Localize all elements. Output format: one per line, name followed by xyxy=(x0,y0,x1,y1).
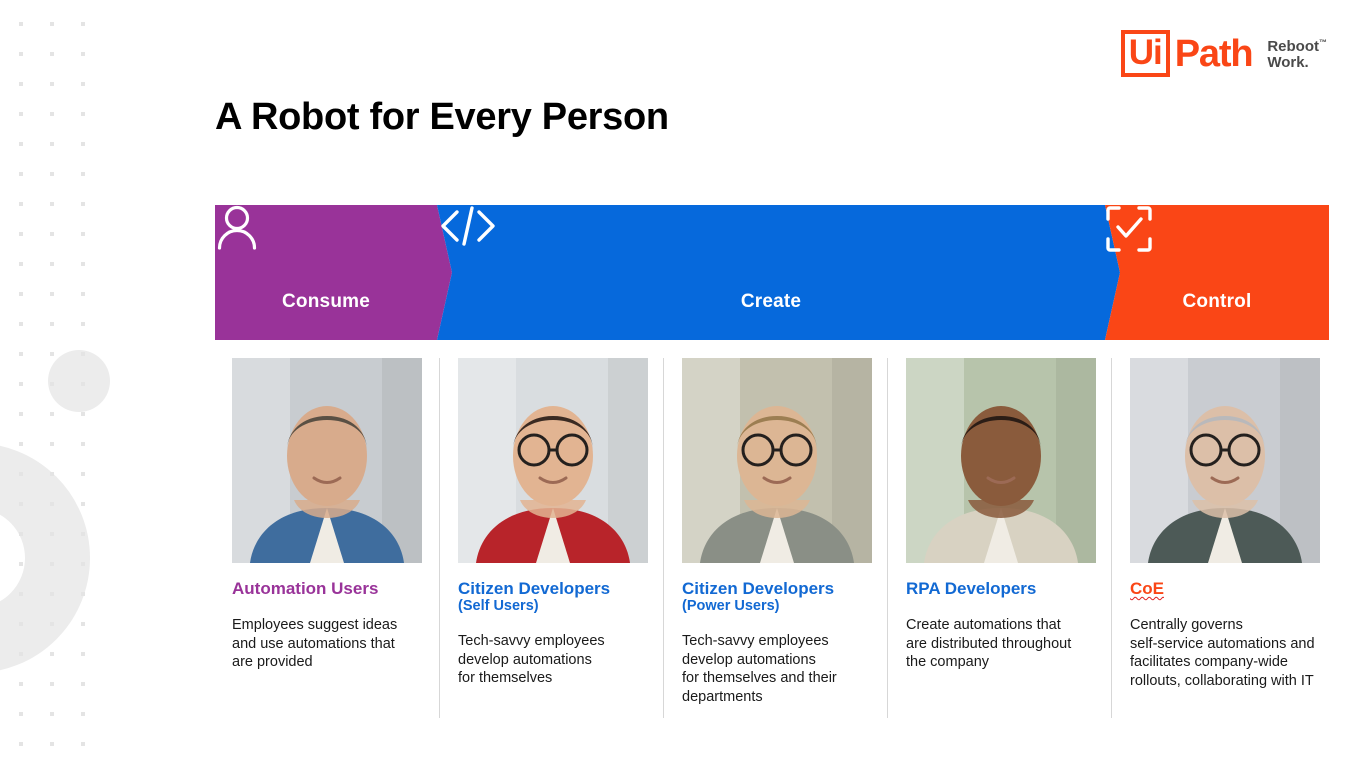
persona-column: RPA Developers Create automations that ar… xyxy=(887,358,1111,718)
process-chevron-banner: Consume Create Control xyxy=(215,205,1329,340)
persona-description: Centrally governs self-service automatio… xyxy=(1130,617,1315,689)
persona-description: Tech-savvy employees develop automations… xyxy=(458,633,605,687)
chevron-label-consume: Consume xyxy=(282,290,370,312)
persona-description: Employees suggest ideas and use automati… xyxy=(232,617,398,671)
uipath-logo: Ui Path Reboot™ Work. xyxy=(1120,30,1327,77)
persona-subheading-text: (Self Users) xyxy=(458,598,539,615)
persona-column: CoE Centrally governs self-service automa… xyxy=(1111,358,1335,718)
logo-tagline: Reboot™ Work. xyxy=(1267,37,1327,71)
logo-tagline-line1: Reboot xyxy=(1267,37,1319,55)
photo-automation-users xyxy=(232,358,422,563)
persona-description: Create automations that are distributed … xyxy=(906,617,1072,671)
persona-heading: Automation Users xyxy=(232,579,429,598)
photo-citizen-developers-power xyxy=(682,358,872,563)
chevron-segment-create[interactable]: Create xyxy=(437,205,1105,340)
persona-heading-text: RPA Developers xyxy=(906,579,1037,598)
photo-citizen-developers-self xyxy=(458,358,648,563)
persona-column: Automation Users Employees suggest ideas … xyxy=(215,358,439,718)
chevron-label-create: Create xyxy=(740,290,802,312)
trademark-icon: ™ xyxy=(1319,37,1327,47)
decorative-ring xyxy=(0,443,90,673)
persona-description: Tech-savvy employees develop automations… xyxy=(682,633,837,705)
persona-heading-text: CoE xyxy=(1130,579,1164,598)
persona-heading-text: Citizen Developers xyxy=(458,579,611,598)
chevron-label-control: Control xyxy=(1182,290,1252,312)
logo-tagline-line2: Work. xyxy=(1267,53,1309,71)
persona-heading: Citizen Developers (Power Users) xyxy=(682,579,877,614)
decorative-circle xyxy=(48,350,110,412)
persona-column: Citizen Developers (Self Users) Tech-savvy… xyxy=(439,358,663,718)
persona-columns: Automation Users Employees suggest ideas … xyxy=(215,358,1335,718)
photo-coe xyxy=(1130,358,1320,563)
logo-mark: Ui Path xyxy=(1120,30,1254,77)
persona-column: Citizen Developers (Power Users) Tech-savv… xyxy=(663,358,887,718)
persona-heading: CoE xyxy=(1130,579,1325,598)
persona-subheading-text: (Power Users) xyxy=(682,598,780,615)
persona-heading: Citizen Developers (Self Users) xyxy=(458,579,653,614)
slide-canvas: Ui Path Reboot™ Work. A Robot for Every … xyxy=(0,0,1365,759)
chevron-segment-consume[interactable]: Consume xyxy=(215,205,437,340)
page-title: A Robot for Every Person xyxy=(215,96,669,138)
persona-heading-text: Automation Users xyxy=(232,579,379,598)
persona-heading: RPA Developers xyxy=(906,579,1101,598)
decorative-dot-grid xyxy=(19,22,85,746)
persona-heading-text: Citizen Developers xyxy=(682,579,835,598)
photo-rpa-developers xyxy=(906,358,1096,563)
logo-path-text: Path xyxy=(1174,32,1254,75)
logo-ui-text: Ui xyxy=(1120,30,1170,77)
chevron-segment-control[interactable]: Control xyxy=(1105,205,1329,340)
